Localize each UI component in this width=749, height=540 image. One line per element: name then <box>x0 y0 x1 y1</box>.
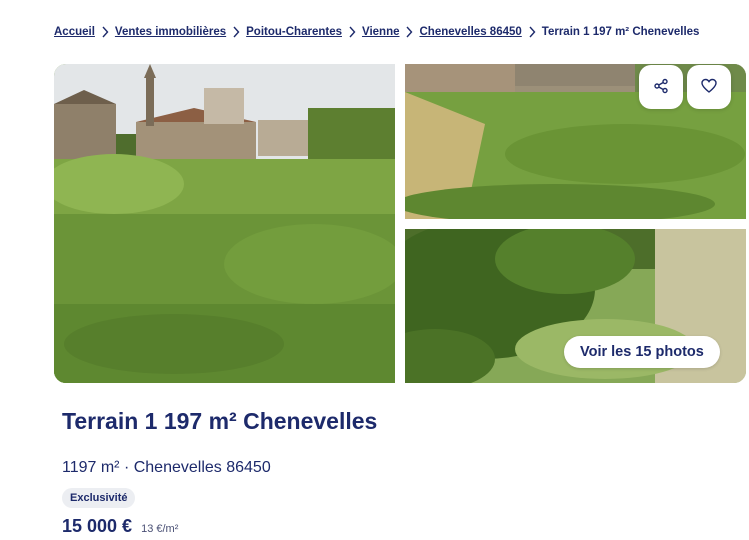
view-photos-button[interactable]: Voir les 15 photos <box>564 336 720 368</box>
breadcrumb-current: Terrain 1 197 m² Chenevelles <box>541 26 700 38</box>
breadcrumb-item-vienne[interactable]: Vienne <box>362 26 400 38</box>
breadcrumb-item-accueil[interactable]: Accueil <box>54 26 95 38</box>
chevron-right-icon <box>522 26 542 38</box>
share-button[interactable] <box>639 65 683 109</box>
listing-price: 15 000 € <box>62 516 133 536</box>
exclusivity-badge: Exclusivité <box>62 488 136 508</box>
chevron-right-icon <box>95 26 115 38</box>
chevron-right-icon <box>342 26 362 38</box>
breadcrumb-item-chenevelles[interactable]: Chenevelles 86450 <box>419 26 521 38</box>
listing-subtitle: 1197 m² · Chenevelles 86450 <box>62 459 271 476</box>
breadcrumb: Accueil Ventes immobilières Poitou-Chare… <box>54 24 699 40</box>
heart-icon <box>701 78 717 97</box>
share-icon <box>653 78 669 97</box>
breadcrumb-item-ventes-immobilieres[interactable]: Ventes immobilières <box>115 26 226 38</box>
main-photo[interactable] <box>54 64 395 383</box>
photo-gallery: Voir les 15 photos <box>54 64 746 383</box>
chevron-right-icon <box>226 26 246 38</box>
favorite-button[interactable] <box>687 65 731 109</box>
price-per-sqm: 13 €/m² <box>141 523 179 535</box>
breadcrumb-item-poitou-charentes[interactable]: Poitou-Charentes <box>246 26 342 38</box>
price-row: 15 000 € 13 €/m² <box>62 516 178 537</box>
listing-title: Terrain 1 197 m² Chenevelles <box>62 408 378 434</box>
chevron-right-icon <box>399 26 419 38</box>
